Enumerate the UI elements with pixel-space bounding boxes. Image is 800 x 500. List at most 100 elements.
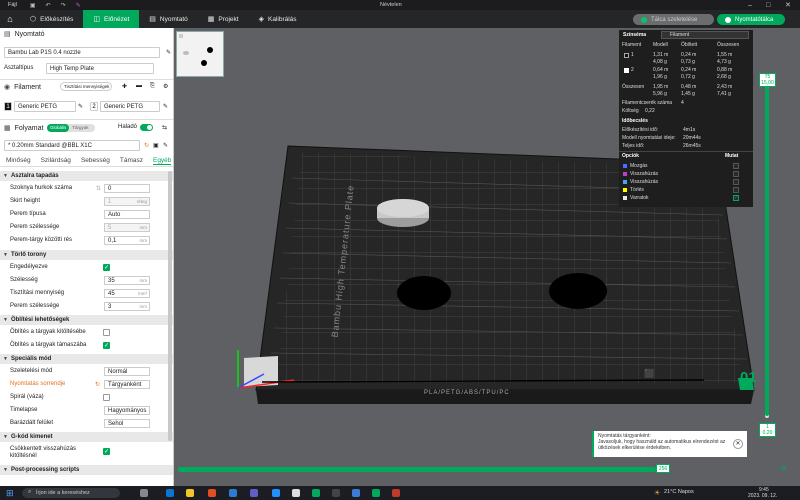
filament-slot-2-swatch[interactable]: 2: [90, 102, 98, 111]
plate-type-select[interactable]: High Temp Plate: [46, 63, 154, 74]
minimize-icon[interactable]: –: [748, 2, 752, 9]
reset-icon[interactable]: ↻: [144, 142, 149, 149]
task-view-icon[interactable]: [140, 489, 148, 497]
subtab-others[interactable]: Egyéb: [152, 157, 172, 165]
print-sequence-select[interactable]: Tárgyanként: [104, 380, 150, 389]
toggle-global[interactable]: Globális: [47, 124, 70, 132]
skirt-height-input[interactable]: 1 réteg: [104, 197, 150, 206]
option-wipe-checkbox[interactable]: [733, 187, 739, 193]
app-icon[interactable]: [332, 489, 340, 497]
edit-icon[interactable]: ✎: [78, 103, 83, 110]
timelapse-select[interactable]: Hagyományos: [104, 406, 150, 415]
word-icon[interactable]: [229, 489, 237, 497]
group-gcode-output[interactable]: ▼ G-kód kimenet: [0, 432, 173, 442]
tower-brim-input[interactable]: 3 mm: [104, 302, 150, 311]
save-preset-icon[interactable]: ▣: [153, 142, 159, 149]
option-travel-checkbox[interactable]: [733, 163, 739, 169]
skirt-loops-input[interactable]: 0: [104, 184, 150, 193]
spiral-vase-checkbox[interactable]: [103, 394, 110, 401]
edge-icon[interactable]: [166, 489, 174, 497]
group-post-processing[interactable]: ▼ Post-processing scripts: [0, 465, 173, 475]
layer-slider[interactable]: [765, 78, 769, 418]
chrome-icon[interactable]: [292, 489, 300, 497]
layer-bottom-handle[interactable]: 1 0,20: [759, 423, 776, 437]
option-seams-checkbox[interactable]: ✓: [733, 195, 739, 201]
subtab-quality[interactable]: Minőség: [6, 157, 31, 164]
close-icon[interactable]: ✕: [733, 439, 743, 449]
app-icon[interactable]: [352, 489, 360, 497]
flush-into-infill-checkbox[interactable]: [103, 329, 110, 336]
option-deretraction-checkbox[interactable]: [733, 179, 739, 185]
office-icon[interactable]: [208, 489, 216, 497]
subtab-speed[interactable]: Sebesség: [81, 157, 110, 164]
flush-volumes-button[interactable]: Tisztítási mennyiségek: [60, 82, 112, 91]
model-disc-left[interactable]: [397, 276, 451, 310]
print-plate-button[interactable]: Nyomtatótálca: [717, 14, 785, 25]
taskbar-search[interactable]: Írjon ide a kereséshez: [22, 488, 120, 498]
home-icon[interactable]: ⌂: [0, 10, 20, 28]
color-picker-icon[interactable]: ✎: [76, 2, 81, 9]
app-icon[interactable]: [312, 489, 320, 497]
brim-gap-input[interactable]: 0,1 mm: [104, 236, 150, 245]
mail-icon[interactable]: [272, 489, 280, 497]
settings-icon[interactable]: ⚙: [163, 83, 168, 90]
advanced-toggle[interactable]: [140, 124, 153, 131]
close-icon[interactable]: ✕: [785, 1, 791, 9]
flush-into-support-checkbox[interactable]: [103, 342, 110, 349]
slice-plate-button[interactable]: Tálca szeletelése: [633, 14, 714, 25]
reset-icon[interactable]: ↻: [95, 381, 100, 388]
plate-thumbnail[interactable]: [176, 31, 224, 77]
add-filament-icon[interactable]: ✚: [122, 83, 127, 90]
filament-slot-2-select[interactable]: Generic PETG: [100, 101, 160, 112]
subtab-support[interactable]: Támasz: [120, 157, 143, 164]
tab-preview[interactable]: ◫ Előnézet: [83, 10, 140, 28]
edit-icon[interactable]: ✎: [166, 49, 171, 56]
layer-top-handle[interactable]: 75 15,00: [759, 73, 776, 87]
model-disc-right[interactable]: [549, 273, 607, 309]
maximize-icon[interactable]: □: [766, 2, 770, 9]
toggle-objects[interactable]: Tárgyak: [69, 124, 91, 132]
sync-icon[interactable]: ⎘: [150, 83, 155, 90]
tab-printer[interactable]: ▤ Nyomtató: [139, 10, 197, 28]
tab-calibration[interactable]: ◈ Kalibrálás: [249, 10, 307, 28]
move-slider[interactable]: [178, 467, 656, 472]
edit-icon[interactable]: ✎: [163, 142, 168, 149]
brim-type-select[interactable]: Auto: [104, 210, 150, 219]
layers-icon[interactable]: ≋: [780, 464, 787, 473]
option-retraction-checkbox[interactable]: [733, 171, 739, 177]
group-bed-adhesion[interactable]: ▼ Asztalra tapadás: [0, 171, 173, 181]
fuzzy-skin-select[interactable]: Sehol: [104, 419, 150, 428]
brim-width-input[interactable]: 5 mm: [104, 223, 150, 232]
app-icon[interactable]: [392, 489, 400, 497]
tab-project[interactable]: ▦ Projekt: [198, 10, 249, 28]
move-slider-handle[interactable]: 256: [656, 464, 670, 473]
filament-slot-1-select[interactable]: Generic PETG: [14, 101, 76, 112]
printer-select[interactable]: Bambu Lab P1S 0.4 nozzle: [4, 47, 160, 58]
edit-icon[interactable]: ✎: [163, 103, 168, 110]
group-prime-tower[interactable]: ▼ Törlő torony: [0, 250, 173, 260]
save-icon[interactable]: ▣: [30, 2, 36, 9]
flush-volume-input[interactable]: 45 mm³: [104, 289, 150, 298]
process-scope-toggle[interactable]: Globális Tárgyak: [47, 124, 95, 132]
tower-width-input[interactable]: 35 mm: [104, 276, 150, 285]
explorer-icon[interactable]: [186, 489, 194, 497]
file-menu[interactable]: Fájl: [0, 2, 25, 8]
undo-icon[interactable]: ↶: [46, 2, 51, 9]
tab-prepare[interactable]: ⬡ Előkészítés: [20, 10, 83, 28]
slicing-mode-select[interactable]: Normál: [104, 367, 150, 376]
sidebar-scrollbar[interactable]: [168, 171, 172, 441]
group-flush-options[interactable]: ▼ Öblítési lehetőségek: [0, 315, 173, 325]
color-scheme-select[interactable]: Filament: [661, 31, 749, 39]
group-special-mode[interactable]: ▼ Speciális mód: [0, 354, 173, 364]
reduce-retraction-checkbox[interactable]: [103, 448, 110, 455]
teams-icon[interactable]: [250, 489, 258, 497]
start-icon[interactable]: ⊞: [6, 488, 14, 499]
redo-icon[interactable]: ↷: [61, 2, 66, 9]
subtab-strength[interactable]: Szilárdság: [41, 157, 71, 164]
remove-filament-icon[interactable]: ▬: [136, 83, 142, 89]
compare-icon[interactable]: ⇆: [162, 124, 167, 131]
prime-tower-enable-checkbox[interactable]: [103, 264, 110, 271]
filament-slot-1-swatch[interactable]: 1: [4, 102, 12, 111]
process-preset-select[interactable]: * 0.20mm Standard @BBL X1C: [4, 140, 140, 151]
bambu-studio-icon[interactable]: [372, 489, 380, 497]
